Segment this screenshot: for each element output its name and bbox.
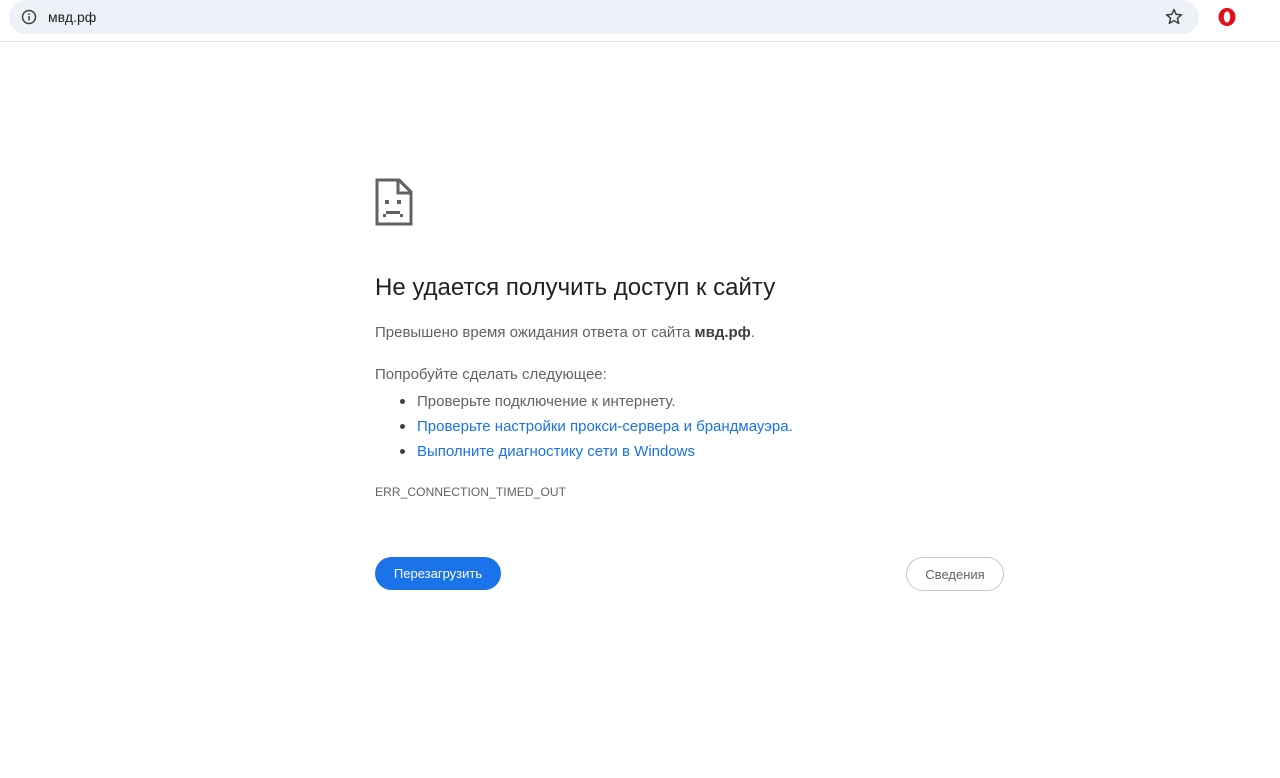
- bullet-icon: [400, 424, 405, 429]
- suggestion-text: Проверьте подключение к интернету.: [417, 393, 676, 410]
- details-button[interactable]: Сведения: [906, 557, 1004, 591]
- address-bar[interactable]: мвд.рф: [9, 0, 1199, 34]
- suggestion-check-proxy[interactable]: Проверьте настройки прокси-сервера и бра…: [375, 414, 793, 439]
- suggestion-check-connection: Проверьте подключение к интернету.: [375, 389, 793, 414]
- browser-toolbar: мвд.рф: [0, 0, 1280, 42]
- site-host: мвд.рф: [694, 324, 751, 341]
- error-content: [375, 178, 1015, 226]
- reload-button[interactable]: Перезагрузить: [375, 557, 501, 590]
- suggestions-heading: Попробуйте сделать следующее:: [375, 366, 607, 383]
- star-icon[interactable]: [1164, 7, 1184, 27]
- error-code: ERR_CONNECTION_TIMED_OUT: [375, 485, 567, 499]
- description-text: Превышено время ожидания ответа от сайта: [375, 324, 695, 341]
- url-text[interactable]: мвд.рф: [48, 0, 96, 34]
- info-icon[interactable]: [21, 9, 37, 25]
- error-description: Превышено время ожидания ответа от сайта…: [375, 324, 755, 341]
- proxy-settings-link[interactable]: Проверьте настройки прокси-сервера и бра…: [417, 418, 793, 435]
- sad-page-icon: [375, 178, 1015, 226]
- description-suffix: .: [750, 324, 755, 341]
- suggestions-list: Проверьте подключение к интернету. Прове…: [375, 389, 793, 464]
- error-title: Не удается получить доступ к сайту: [375, 274, 776, 301]
- suggestion-run-diagnostics[interactable]: Выполните диагностику сети в Windows: [375, 439, 793, 464]
- bullet-icon: [400, 399, 405, 404]
- opera-icon[interactable]: [1217, 7, 1237, 27]
- bullet-icon: [400, 449, 405, 454]
- network-diagnostics-link[interactable]: Выполните диагностику сети в Windows: [417, 443, 695, 460]
